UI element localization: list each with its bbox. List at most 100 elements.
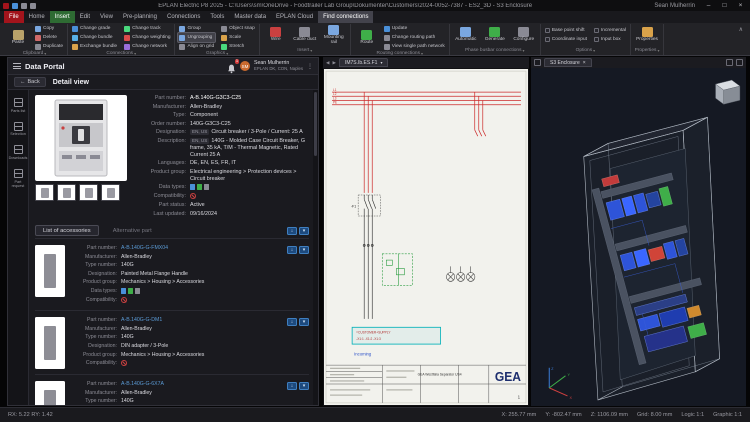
ribbon-button-change-weighting[interactable]: Change weighting xyxy=(123,33,171,42)
ribbon-button-change-grade[interactable]: Change grade xyxy=(71,24,118,33)
ribbon-group-caption-phase-busbar-connections[interactable]: Phase busbar connections▾ xyxy=(453,46,537,55)
close-tab-icon[interactable]: × xyxy=(583,60,586,66)
scrollbar-thumb[interactable] xyxy=(314,92,317,156)
ribbon-tab-insert[interactable]: Insert xyxy=(50,11,75,23)
ribbon-button-base-point-shift[interactable]: Base point shift xyxy=(544,26,588,35)
property-value[interactable]: A-B.140G-G-6X7A xyxy=(121,381,281,388)
accessory-image[interactable] xyxy=(35,381,65,405)
ribbon-button-exchange-bundle[interactable]: Exchange bundle xyxy=(71,42,118,51)
ribbon-button-copy[interactable]: Copy xyxy=(34,24,64,33)
ribbon-button-automatic[interactable]: Automatic xyxy=(453,27,479,43)
dropdown-button[interactable]: ▾ xyxy=(299,246,309,254)
schematic-page-tab[interactable]: IM7S.Ib.ES.F1 ▾ xyxy=(339,58,389,67)
ribbon-tab-master-data[interactable]: Master data xyxy=(229,11,271,23)
ribbon-button-update[interactable]: Update xyxy=(383,24,446,33)
close-button[interactable]: × xyxy=(734,1,747,11)
ribbon-button-change-bundle[interactable]: Change bundle xyxy=(71,33,118,42)
redo-icon[interactable] xyxy=(30,3,36,9)
ribbon-button-coordinate-input[interactable]: Coordinate input xyxy=(544,35,588,44)
tab-scroll-left-icon[interactable]: ◀ xyxy=(326,60,329,66)
save-icon[interactable] xyxy=(12,3,18,9)
ribbon-button-duplicate[interactable]: Duplicate xyxy=(34,42,64,51)
ribbon-collapse-icon[interactable]: ∧ xyxy=(734,24,748,35)
ribbon-button-scale[interactable]: Scale xyxy=(220,33,256,42)
ribbon-button-configure[interactable]: Configure xyxy=(511,27,537,43)
cube-icon[interactable] xyxy=(534,59,541,66)
ribbon-group-caption-insert[interactable]: Insert▾ xyxy=(263,46,347,55)
download-options-button[interactable]: ▾ xyxy=(299,227,309,235)
ribbon-button-object-snap[interactable]: Object snap xyxy=(220,24,256,33)
tab-scroll-right-icon[interactable]: ▶ xyxy=(332,60,335,66)
ribbon-button-change-routing-path[interactable]: Change routing path xyxy=(383,33,446,42)
ribbon-button-stretch[interactable]: Stretch xyxy=(220,42,256,51)
enclosure-3d-view[interactable]: Z X Y xyxy=(531,68,746,406)
thumbnail-3[interactable] xyxy=(79,184,98,201)
ribbon-button-align-on-grid[interactable]: Align on grid xyxy=(178,42,215,51)
ribbon-button-mounting-rail[interactable]: Mounting rail xyxy=(321,25,347,46)
rail-item-downloads[interactable]: Downloads xyxy=(8,145,28,160)
ribbon-button-properties[interactable]: Properties xyxy=(634,27,660,43)
ribbon-button-view-single-path-network[interactable]: View single path network xyxy=(383,42,446,51)
undo-icon[interactable] xyxy=(21,3,27,9)
ribbon-button-cable-duct[interactable]: Cable duct xyxy=(292,27,318,43)
ribbon-button-change-track[interactable]: Change track xyxy=(123,24,171,33)
ribbon-group-caption-clipboard[interactable]: Clipboard▾ xyxy=(5,51,64,56)
ribbon-button-route[interactable]: Route xyxy=(354,30,380,46)
rail-item-selection[interactable]: Selection xyxy=(8,122,28,137)
view3d-viewport[interactable]: Z X Y xyxy=(531,68,746,406)
ribbon-tab-edit[interactable]: Edit xyxy=(75,11,95,23)
thumbnail-1[interactable] xyxy=(35,184,54,201)
ribbon-button-ungrouping[interactable]: Ungrouping xyxy=(178,33,215,42)
ribbon-tab-tools[interactable]: Tools xyxy=(205,11,229,23)
menu-icon[interactable] xyxy=(13,63,21,69)
thumbnail-2[interactable] xyxy=(57,184,76,201)
ribbon-tab-view[interactable]: View xyxy=(95,11,118,23)
ribbon-group-caption-connections[interactable]: Connections▾ xyxy=(71,51,171,56)
property-value[interactable]: A-B.140G-G-DM1 xyxy=(121,317,281,324)
layers-icon[interactable] xyxy=(726,59,733,66)
ribbon-button-delete[interactable]: Delete xyxy=(34,33,64,42)
tab-alternative-part[interactable]: Alternative part xyxy=(105,225,160,236)
tab-list-of-accessories[interactable]: List of accessories xyxy=(35,225,99,236)
ribbon-button-generate[interactable]: Generate xyxy=(482,27,508,43)
download-all-button[interactable]: ↓ xyxy=(287,227,297,235)
product-image[interactable] xyxy=(35,95,127,181)
schematic-drawing[interactable]: L1 L2 L3 PE -F1 xyxy=(324,69,528,405)
portal-scrollbar[interactable] xyxy=(313,90,318,405)
ribbon-tab-file[interactable]: File xyxy=(4,11,24,23)
view-cube[interactable] xyxy=(716,80,740,104)
ribbon-tab-pre-planning[interactable]: Pre-planning xyxy=(118,11,162,23)
view3d-tab[interactable]: S3 Enclosure × xyxy=(544,58,592,67)
download-button[interactable]: ↓ xyxy=(287,246,297,254)
property-value[interactable]: A-B.140G-G-FMX04 xyxy=(121,245,281,252)
ribbon-tab-find-connections[interactable]: Find connections xyxy=(318,11,373,23)
ribbon-tab-eplan-cloud[interactable]: EPLAN Cloud xyxy=(271,11,318,23)
ribbon-button-incremental[interactable]: Incremental xyxy=(593,26,627,35)
more-options-icon[interactable]: ⋮ xyxy=(307,63,313,70)
dropdown-button[interactable]: ▾ xyxy=(299,382,309,390)
ribbon-button-group[interactable]: Group xyxy=(178,24,215,33)
notifications-bell-icon[interactable]: 1 xyxy=(227,61,236,71)
accessory-image[interactable] xyxy=(35,317,65,369)
rail-item-parts-list[interactable]: Parts list xyxy=(8,98,28,113)
back-button[interactable]: ←Back xyxy=(14,77,46,87)
ribbon-tab-connections[interactable]: Connections xyxy=(162,11,205,23)
ribbon-button-input-box[interactable]: Input box xyxy=(593,35,627,44)
rail-item-part-request[interactable]: Part request xyxy=(8,169,28,188)
minimize-button[interactable]: – xyxy=(702,1,715,11)
dropdown-button[interactable]: ▾ xyxy=(299,318,309,326)
accessory-image[interactable] xyxy=(35,245,65,297)
ribbon-button-paste[interactable]: Paste xyxy=(5,30,31,46)
ribbon-group-caption-properties[interactable]: Properties▾ xyxy=(634,46,660,55)
ribbon-button-change-network[interactable]: Change network xyxy=(123,42,171,51)
settings-icon[interactable] xyxy=(736,59,743,66)
download-button[interactable]: ↓ xyxy=(287,318,297,326)
ribbon-button-wire[interactable]: Wire xyxy=(263,27,289,43)
ribbon-group-caption-graphics[interactable]: Graphics▾ xyxy=(178,51,255,56)
ribbon-tab-home[interactable]: Home xyxy=(24,11,50,23)
avatar[interactable]: SM xyxy=(240,61,250,71)
maximize-button[interactable]: □ xyxy=(718,1,731,11)
ribbon-group-caption-routing-connections[interactable]: Routing connections▾ xyxy=(354,51,446,56)
download-button[interactable]: ↓ xyxy=(287,382,297,390)
thumbnail-4[interactable] xyxy=(101,184,120,201)
